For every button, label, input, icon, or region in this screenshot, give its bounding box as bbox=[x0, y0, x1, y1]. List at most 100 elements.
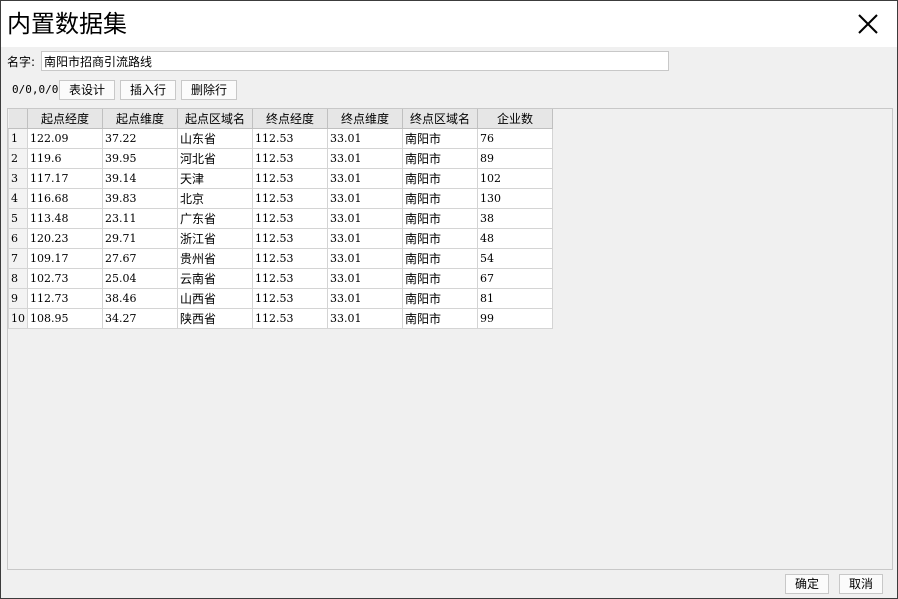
insert-row-button[interactable]: 插入行 bbox=[120, 80, 176, 100]
table-row: 10 108.95 34.27 陕西省 112.53 33.01 南阳市 99 bbox=[8, 307, 553, 329]
cell-position-indicator: 0/0,0/0 bbox=[12, 83, 59, 96]
table-cell[interactable]: 112.53 bbox=[252, 227, 328, 249]
table-cell[interactable]: 云南省 bbox=[177, 267, 253, 289]
table-cell[interactable]: 39.83 bbox=[102, 187, 178, 209]
table-cell[interactable]: 48 bbox=[477, 227, 553, 249]
table-cell[interactable]: 浙江省 bbox=[177, 227, 253, 249]
column-header[interactable]: 终点区域名 bbox=[402, 109, 478, 129]
column-header[interactable]: 终点维度 bbox=[327, 109, 403, 129]
table-cell[interactable]: 113.48 bbox=[27, 207, 103, 229]
table-cell[interactable]: 120.23 bbox=[27, 227, 103, 249]
table-cell[interactable]: 116.68 bbox=[27, 187, 103, 209]
table-cell[interactable]: 25.04 bbox=[102, 267, 178, 289]
table-cell[interactable]: 112.53 bbox=[252, 287, 328, 309]
column-header[interactable]: 起点经度 bbox=[27, 109, 103, 129]
table-cell[interactable]: 南阳市 bbox=[402, 287, 478, 309]
ok-button[interactable]: 确定 bbox=[785, 574, 829, 594]
table-cell[interactable]: 33.01 bbox=[327, 267, 403, 289]
table-cell[interactable]: 南阳市 bbox=[402, 307, 478, 329]
dialog-window: 内置数据集 名字: 0/0,0/0 表设计 插入行 删除行 bbox=[0, 0, 898, 599]
data-table: 起点经度 起点维度 起点区域名 终点经度 终点维度 终点区域名 企业数 1 122.09 37.… bbox=[8, 109, 553, 329]
table-cell[interactable]: 34.27 bbox=[102, 307, 178, 329]
table-cell[interactable]: 33.01 bbox=[327, 147, 403, 169]
delete-row-button[interactable]: 删除行 bbox=[181, 80, 237, 100]
table-cell[interactable]: 北京 bbox=[177, 187, 253, 209]
table-cell[interactable]: 南阳市 bbox=[402, 227, 478, 249]
table-cell[interactable]: 南阳市 bbox=[402, 167, 478, 189]
table-cell[interactable]: 76 bbox=[477, 127, 553, 149]
table-row: 6 120.23 29.71 浙江省 112.53 33.01 南阳市 48 bbox=[8, 227, 553, 249]
table-cell[interactable]: 南阳市 bbox=[402, 187, 478, 209]
table-cell[interactable]: 天津 bbox=[177, 167, 253, 189]
table-cell[interactable]: 112.53 bbox=[252, 167, 328, 189]
table-cell[interactable]: 33.01 bbox=[327, 287, 403, 309]
table-row: 7 109.17 27.67 贵州省 112.53 33.01 南阳市 54 bbox=[8, 247, 553, 269]
table-cell[interactable]: 33.01 bbox=[327, 127, 403, 149]
data-grid[interactable]: 起点经度 起点维度 起点区域名 终点经度 终点维度 终点区域名 企业数 1 122.09 37.… bbox=[7, 108, 893, 570]
table-cell[interactable]: 南阳市 bbox=[402, 147, 478, 169]
table-cell[interactable]: 102.73 bbox=[27, 267, 103, 289]
row-number: 8 bbox=[8, 267, 28, 289]
table-cell[interactable]: 河北省 bbox=[177, 147, 253, 169]
table-cell[interactable]: 112.53 bbox=[252, 127, 328, 149]
table-cell[interactable]: 29.71 bbox=[102, 227, 178, 249]
name-input[interactable] bbox=[41, 51, 669, 71]
column-header[interactable]: 起点维度 bbox=[102, 109, 178, 129]
table-cell[interactable]: 33.01 bbox=[327, 187, 403, 209]
table-cell[interactable]: 山东省 bbox=[177, 127, 253, 149]
row-number: 5 bbox=[8, 207, 28, 229]
table-cell[interactable]: 南阳市 bbox=[402, 247, 478, 269]
table-row: 4 116.68 39.83 北京 112.53 33.01 南阳市 130 bbox=[8, 187, 553, 209]
table-cell[interactable]: 112.73 bbox=[27, 287, 103, 309]
close-icon[interactable] bbox=[853, 9, 883, 39]
table-cell[interactable]: 38.46 bbox=[102, 287, 178, 309]
table-cell[interactable]: 108.95 bbox=[27, 307, 103, 329]
table-cell[interactable]: 112.53 bbox=[252, 147, 328, 169]
table-cell[interactable]: 33.01 bbox=[327, 227, 403, 249]
table-cell[interactable]: 33.01 bbox=[327, 247, 403, 269]
table-cell[interactable]: 112.53 bbox=[252, 247, 328, 269]
table-cell[interactable]: 37.22 bbox=[102, 127, 178, 149]
table-cell[interactable]: 南阳市 bbox=[402, 127, 478, 149]
table-cell[interactable]: 117.17 bbox=[27, 167, 103, 189]
table-cell[interactable]: 112.53 bbox=[252, 207, 328, 229]
row-number: 9 bbox=[8, 287, 28, 309]
cancel-button[interactable]: 取消 bbox=[839, 574, 883, 594]
table-cell[interactable]: 27.67 bbox=[102, 247, 178, 269]
table-cell[interactable]: 119.6 bbox=[27, 147, 103, 169]
table-cell[interactable]: 23.11 bbox=[102, 207, 178, 229]
table-cell[interactable]: 33.01 bbox=[327, 207, 403, 229]
table-cell[interactable]: 33.01 bbox=[327, 167, 403, 189]
table-cell[interactable]: 67 bbox=[477, 267, 553, 289]
table-cell[interactable]: 南阳市 bbox=[402, 207, 478, 229]
table-cell[interactable]: 99 bbox=[477, 307, 553, 329]
table-cell[interactable]: 122.09 bbox=[27, 127, 103, 149]
table-cell[interactable]: 109.17 bbox=[27, 247, 103, 269]
table-cell[interactable]: 山西省 bbox=[177, 287, 253, 309]
table-design-button[interactable]: 表设计 bbox=[59, 80, 115, 100]
row-number: 3 bbox=[8, 167, 28, 189]
column-header[interactable]: 企业数 bbox=[477, 109, 553, 129]
table-cell[interactable]: 贵州省 bbox=[177, 247, 253, 269]
table-cell[interactable]: 38 bbox=[477, 207, 553, 229]
table-cell[interactable]: 南阳市 bbox=[402, 267, 478, 289]
table-cell[interactable]: 112.53 bbox=[252, 267, 328, 289]
table-cell[interactable]: 112.53 bbox=[252, 307, 328, 329]
table-cell[interactable]: 102 bbox=[477, 167, 553, 189]
table-cell[interactable]: 89 bbox=[477, 147, 553, 169]
row-number: 1 bbox=[8, 127, 28, 149]
column-header[interactable]: 终点经度 bbox=[252, 109, 328, 129]
table-cell[interactable]: 33.01 bbox=[327, 307, 403, 329]
table-cell[interactable]: 130 bbox=[477, 187, 553, 209]
table-cell[interactable]: 广东省 bbox=[177, 207, 253, 229]
table-cell[interactable]: 54 bbox=[477, 247, 553, 269]
table-cell[interactable]: 39.95 bbox=[102, 147, 178, 169]
row-number: 10 bbox=[8, 307, 28, 329]
table-cell[interactable]: 112.53 bbox=[252, 187, 328, 209]
column-header[interactable]: 起点区域名 bbox=[177, 109, 253, 129]
row-number: 7 bbox=[8, 247, 28, 269]
table-cell[interactable]: 陕西省 bbox=[177, 307, 253, 329]
table-row: 1 122.09 37.22 山东省 112.53 33.01 南阳市 76 bbox=[8, 127, 553, 149]
table-cell[interactable]: 39.14 bbox=[102, 167, 178, 189]
table-cell[interactable]: 81 bbox=[477, 287, 553, 309]
